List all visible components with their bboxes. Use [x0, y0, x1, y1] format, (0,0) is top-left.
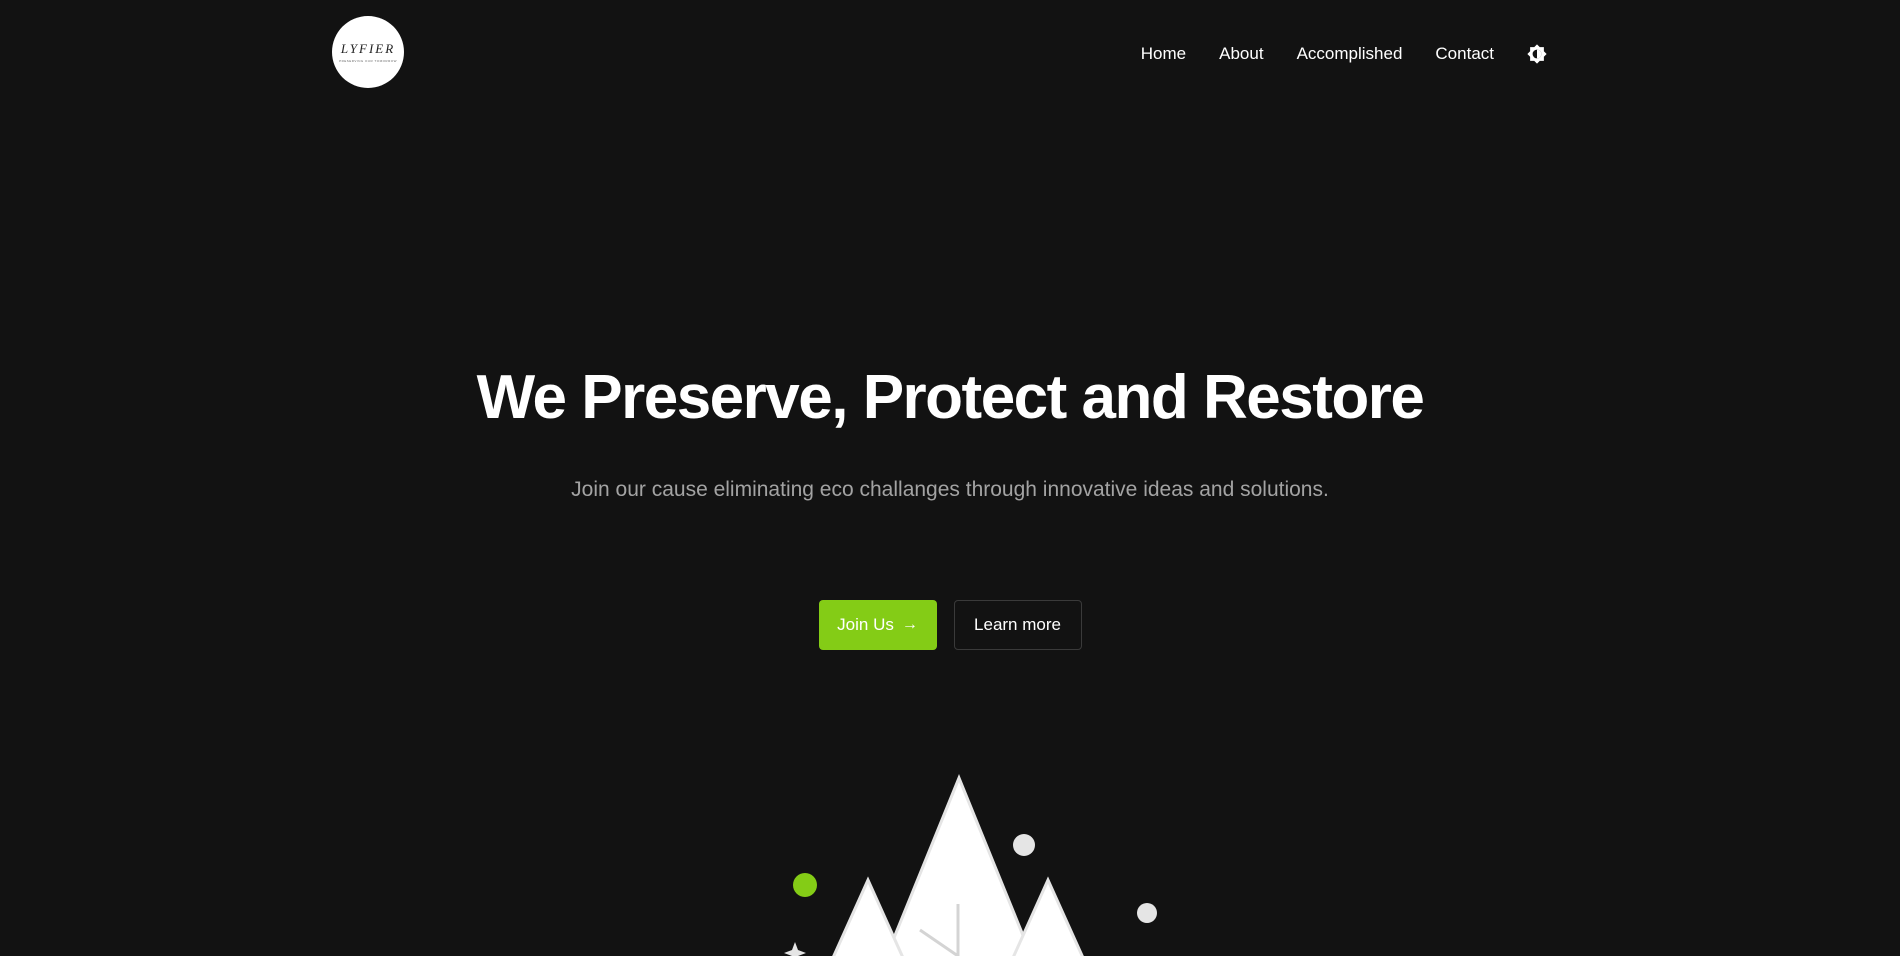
- page: LYFIER PRESERVING OUR TOMORROW Home Abou…: [0, 0, 1900, 956]
- dot-right: [1137, 903, 1157, 923]
- forest-illustration: [784, 774, 1157, 956]
- logo-tagline: PRESERVING OUR TOMORROW: [339, 59, 397, 63]
- sparkle-icon: [784, 942, 806, 956]
- learn-more-button[interactable]: Learn more: [953, 600, 1082, 650]
- tree-left: [832, 876, 904, 956]
- hero-title: We Preserve, Protect and Restore: [476, 363, 1425, 432]
- join-us-label: Join Us: [837, 615, 894, 634]
- nav-accomplished[interactable]: Accomplished: [1297, 44, 1403, 64]
- join-us-button[interactable]: Join Us →: [818, 600, 937, 650]
- nav-home[interactable]: Home: [1141, 44, 1186, 64]
- nav-contact[interactable]: Contact: [1435, 44, 1494, 64]
- theme-toggle-icon: [1527, 44, 1547, 64]
- dot-top: [1013, 834, 1035, 856]
- accent-dot: [793, 873, 817, 897]
- nav-about[interactable]: About: [1219, 44, 1263, 64]
- hero-subtitle: Join our cause eliminating eco challange…: [571, 478, 1329, 501]
- hero-actions: Join Us → Learn more: [0, 600, 1900, 650]
- logo[interactable]: LYFIER PRESERVING OUR TOMORROW: [332, 16, 404, 88]
- theme-toggle-button[interactable]: [1526, 43, 1548, 65]
- tree-right: [1012, 876, 1084, 956]
- main-nav: Home About Accomplished Contact: [1141, 42, 1548, 66]
- arrow-right-icon: →: [901, 616, 918, 633]
- logo-wordmark: LYFIER: [340, 41, 396, 56]
